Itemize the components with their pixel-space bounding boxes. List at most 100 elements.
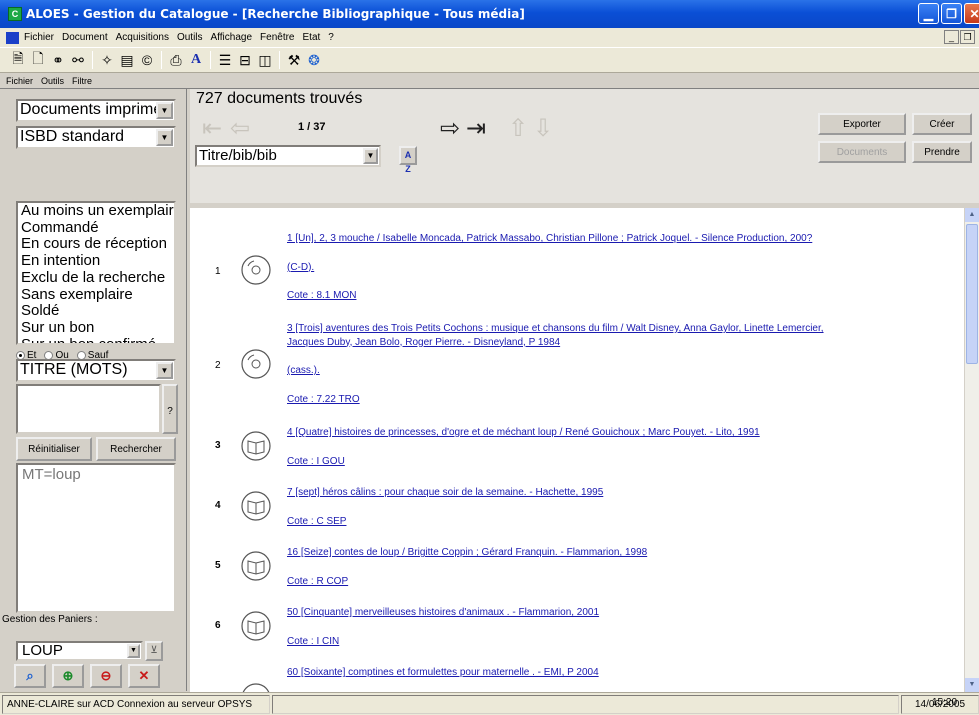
result-description[interactable]: 3 [Trois] aventures des Trois Petits Coc… [287,322,957,336]
menu-help[interactable]: ? [328,32,334,43]
menu-acquisitions[interactable]: Acquisitions [116,32,169,43]
chevron-down-icon[interactable]: ▼ [127,644,140,658]
toolbar-separator [210,51,211,69]
take-button[interactable]: Prendre [912,141,972,163]
result-description[interactable]: Jacques Duby, Jean Bolo, Roger Pierre. -… [287,336,957,350]
app-icon[interactable]: C [8,7,22,21]
status-list[interactable]: Au moins un exemplaire Commandé En cours… [16,201,176,345]
sort-combo[interactable]: Titre/bib/bib ▼ [195,145,381,167]
menu-outils[interactable]: Outils [177,32,203,43]
open-record-icon[interactable]: 🗋 [28,50,48,70]
result-description[interactable]: 7 [sept] héros câlins : pour chaque soir… [287,486,957,500]
submenu-outils[interactable]: Outils [41,76,64,86]
reset-button[interactable]: Réinitialiser [16,437,92,461]
scroll-down-icon[interactable]: ▼ [965,678,979,692]
chevron-down-icon[interactable]: ▼ [156,362,173,379]
first-page-icon[interactable]: ⇤ [202,117,222,141]
search-button[interactable]: Rechercher [96,437,176,461]
previous-page-icon[interactable]: ⇦ [230,117,250,141]
document-window-icon[interactable] [6,31,19,44]
result-support[interactable]: (cass.). [287,364,957,378]
create-button[interactable]: Créer [912,113,972,135]
move-down-icon[interactable]: ⇩ [533,117,553,141]
basket-remove-icon[interactable]: ⊖ [90,664,122,688]
restore-button[interactable]: ❐ [941,3,962,24]
help-button[interactable]: ? [162,384,178,434]
restore-icon: ❐ [946,6,957,21]
result-cote[interactable]: Cote : I CIN [287,635,957,649]
status-item[interactable]: En intention [21,252,174,270]
close-button[interactable]: ✕ [964,3,979,24]
sort-az-icon[interactable]: A Z [399,146,417,174]
layout-icon[interactable]: ⊟ [235,50,255,70]
chevron-down-icon[interactable]: ▼ [363,148,378,164]
tree-icon[interactable]: ☰ [215,50,235,70]
status-item[interactable]: Sur un bon confirmé [21,336,174,343]
delete-icon[interactable]: ✕ [128,664,160,688]
submenu-fichier[interactable]: Fichier [6,76,33,86]
documents-button[interactable]: Documents [818,141,906,163]
mdi-restore-icon[interactable]: ❐ [960,30,975,44]
result-cote[interactable]: Cote : R COP [287,575,957,589]
web-icon[interactable]: ❂ [304,50,324,70]
title-bar[interactable]: C ALOES - Gestion du Catalogue - [Recher… [0,0,979,28]
status-item[interactable]: Sans exemplaire [21,286,174,304]
result-description[interactable]: 50 [Cinquante] merveilleuses histoires d… [287,606,957,620]
status-item[interactable]: Au moins un exemplaire [21,203,174,220]
criteria-text: MT=loup [22,466,81,483]
result-number: 1 [215,266,221,277]
basket-combo[interactable]: LOUP ▼ [16,641,143,661]
binoculars-search-icon[interactable]: ⚯ [68,50,88,70]
status-item[interactable]: Commandé [21,219,174,237]
status-item[interactable]: Sur un bon [21,319,174,337]
last-page-icon[interactable]: ⇥ [466,117,486,141]
result-cote[interactable]: Cote : 8.1 MON [287,289,957,303]
status-item[interactable]: Exclu de la recherche [21,269,174,287]
criteria-box[interactable]: MT=loup [16,463,176,613]
media-combo[interactable]: Documents imprimés ▼ [16,99,176,122]
mdi-minimize-icon[interactable]: _ [944,30,959,44]
menu-fichier[interactable]: Fichier [24,32,54,43]
menu-affichage[interactable]: Affichage [211,32,253,43]
next-page-icon[interactable]: ⇨ [440,117,460,141]
scroll-up-icon[interactable]: ▲ [965,208,979,222]
basket-add-icon[interactable]: ⊕ [52,664,84,688]
result-cote[interactable]: Cote : I GOU [287,455,957,469]
chevron-down-icon[interactable]: ▼ [156,129,173,146]
result-support[interactable]: (C-D). [287,261,957,275]
new-record-icon[interactable]: 🗎 [8,50,28,70]
print-icon[interactable]: ⎙ [166,50,186,70]
status-item[interactable]: En cours de réception [21,236,174,253]
results-scrollbar[interactable]: ▲ ▼ [964,208,979,692]
chevron-down-icon[interactable]: ▼ [156,102,173,119]
cart-icon[interactable]: ⊻ [145,641,163,661]
index-combo[interactable]: TITRE (MOTS) ▼ [16,359,176,382]
frame-icon[interactable]: ◫ [255,50,275,70]
result-cote[interactable]: Cote : C SEP [287,515,957,529]
scroll-thumb[interactable] [966,224,978,364]
search-input[interactable] [16,384,161,434]
submenu-filtre[interactable]: Filtre [72,76,92,86]
menu-document[interactable]: Document [62,32,108,43]
result-description[interactable]: 60 [Soixante] comptines et formulettes p… [287,666,957,680]
result-description[interactable]: 1 [Un], 2, 3 mouche / Isabelle Moncada, … [287,232,957,246]
cd-icon [241,349,271,379]
result-description[interactable]: 16 [Seize] contes de loup / Brigitte Cop… [287,546,957,560]
tools-icon[interactable]: ⚒ [284,50,304,70]
result-description[interactable]: 4 [Quatre] histoires de princesses, d'og… [287,426,957,440]
result-cote[interactable]: Cote : 7.22 TRO [287,393,957,407]
catalog-icon[interactable]: ✧ [97,50,117,70]
format-combo[interactable]: ISBD standard ▼ [16,126,176,149]
list-icon[interactable]: ▤ [117,50,137,70]
status-item[interactable]: Soldé [21,303,174,320]
menu-fenetre[interactable]: Fenêtre [260,32,294,43]
magnify-icon[interactable]: ⌕ [14,664,46,688]
export-button[interactable]: Exporter [818,113,906,135]
menu-etat[interactable]: Etat [303,32,321,43]
book-icon [241,551,271,581]
copyright-icon[interactable]: © [137,50,157,70]
font-a-icon[interactable]: A [186,50,206,70]
minimize-button[interactable]: ▁ [918,3,939,24]
binoculars-icon[interactable]: ⚭ [48,50,68,70]
move-up-icon[interactable]: ⇧ [508,117,528,141]
